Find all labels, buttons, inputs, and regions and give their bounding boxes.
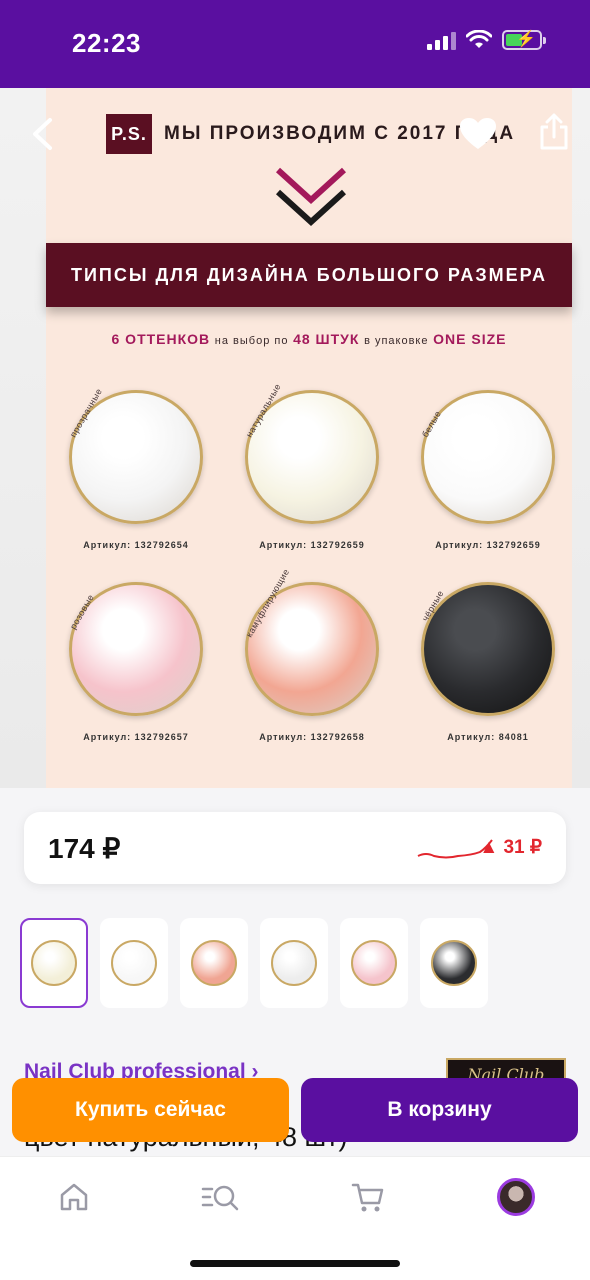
variant-thumb[interactable] [340, 918, 408, 1008]
variant-swatch [191, 940, 237, 986]
variant-thumbnails [20, 918, 488, 1008]
tip-article: Артикул: 132792657 [83, 732, 189, 742]
tip-black: чёрные Артикул: 84081 [420, 582, 556, 742]
ps-row: P.S. МЫ ПРОИЗВОДИМ С 2017 ГОДА [106, 114, 515, 154]
product-gallery[interactable]: P.S. МЫ ПРОИЗВОДИМ С 2017 ГОДА ТИПСЫ ДЛЯ… [0, 88, 590, 788]
tab-cart[interactable] [346, 1175, 390, 1219]
tip-natural: натуральные Артикул: 132792659 [244, 382, 380, 550]
tip-pink: розовые Артикул: 132792657 [68, 582, 204, 742]
poster-banner: ТИПСЫ ДЛЯ ДИЗАЙНА БОЛЬШОГО РАЗМЕРА [46, 243, 572, 307]
variant-thumb[interactable] [20, 918, 88, 1008]
price: 174 ₽ [48, 833, 121, 864]
price-change: ▲ 31 ₽ [479, 837, 542, 858]
product-image: P.S. МЫ ПРОИЗВОДИМ С 2017 ГОДА ТИПСЫ ДЛЯ… [46, 88, 572, 788]
avatar [497, 1178, 535, 1216]
tip-article: Артикул: 84081 [447, 732, 529, 742]
variant-swatch [271, 940, 317, 986]
tip-article: Артикул: 132792658 [259, 732, 365, 742]
ps-badge: P.S. [106, 114, 152, 154]
wifi-icon [466, 30, 492, 48]
variant-swatch [111, 940, 157, 986]
back-arrow-icon [33, 118, 52, 150]
catalog-search-icon [201, 1185, 239, 1211]
tab-catalog[interactable] [198, 1175, 242, 1219]
home-indicator [190, 1260, 400, 1267]
tip-article: Артикул: 132792654 [83, 540, 189, 550]
tip-camouflage: камуфлирующие Артикул: 132792658 [244, 567, 380, 742]
variant-swatch [351, 940, 397, 986]
battery-icon: ⚡ [502, 30, 546, 50]
tab-home[interactable] [52, 1175, 96, 1219]
status-bar: 22:23 ⚡ [0, 0, 590, 88]
poster-offer: 6 ОТТЕНКОВ на выбор по 48 ШТУК в упаковк… [46, 331, 572, 347]
buy-now-button[interactable]: Купить сейчас [12, 1078, 289, 1142]
product-screen: 22:23 ⚡ P.S. МЫ ПРОИЗВОДИМ С 2017 ГОДА Т… [0, 0, 590, 1280]
tip-article: Артикул: 132792659 [435, 540, 541, 550]
tip-white: белые Артикул: 132792659 [420, 390, 556, 550]
heart-icon [460, 118, 496, 149]
offer-mid1: на выбор по [214, 335, 289, 347]
tip-circle [421, 390, 555, 524]
variant-swatch [431, 940, 477, 986]
offer-size: ONE SIZE [433, 331, 507, 347]
status-icons: ⚡ [427, 30, 546, 50]
tip-circle [421, 582, 555, 716]
variant-thumb[interactable] [100, 918, 168, 1008]
variant-thumb[interactable] [420, 918, 488, 1008]
add-to-cart-button[interactable]: В корзину [301, 1078, 578, 1142]
chevron-down-icon [276, 167, 346, 227]
share-button[interactable] [534, 112, 574, 152]
favorite-button[interactable] [458, 114, 498, 154]
variant-thumb[interactable] [180, 918, 248, 1008]
signal-icon [427, 30, 456, 50]
back-button[interactable] [24, 116, 60, 152]
offer-shades: 6 ОТТЕНКОВ [111, 331, 211, 347]
tip-article: Артикул: 132792659 [259, 540, 365, 550]
share-icon [540, 113, 568, 150]
offer-count: 48 ШТУК [293, 331, 360, 347]
tab-profile[interactable] [494, 1175, 538, 1219]
cart-icon [351, 1183, 384, 1212]
status-time: 22:23 [72, 28, 141, 58]
variant-swatch [31, 940, 77, 986]
offer-mid2: в упаковке [364, 335, 429, 347]
home-icon [60, 1183, 88, 1211]
price-card[interactable]: 174 ₽ ▲ 31 ₽ [24, 812, 566, 884]
variant-thumb[interactable] [260, 918, 328, 1008]
tip-clear: прозрачные Артикул: 132792654 [68, 386, 204, 550]
